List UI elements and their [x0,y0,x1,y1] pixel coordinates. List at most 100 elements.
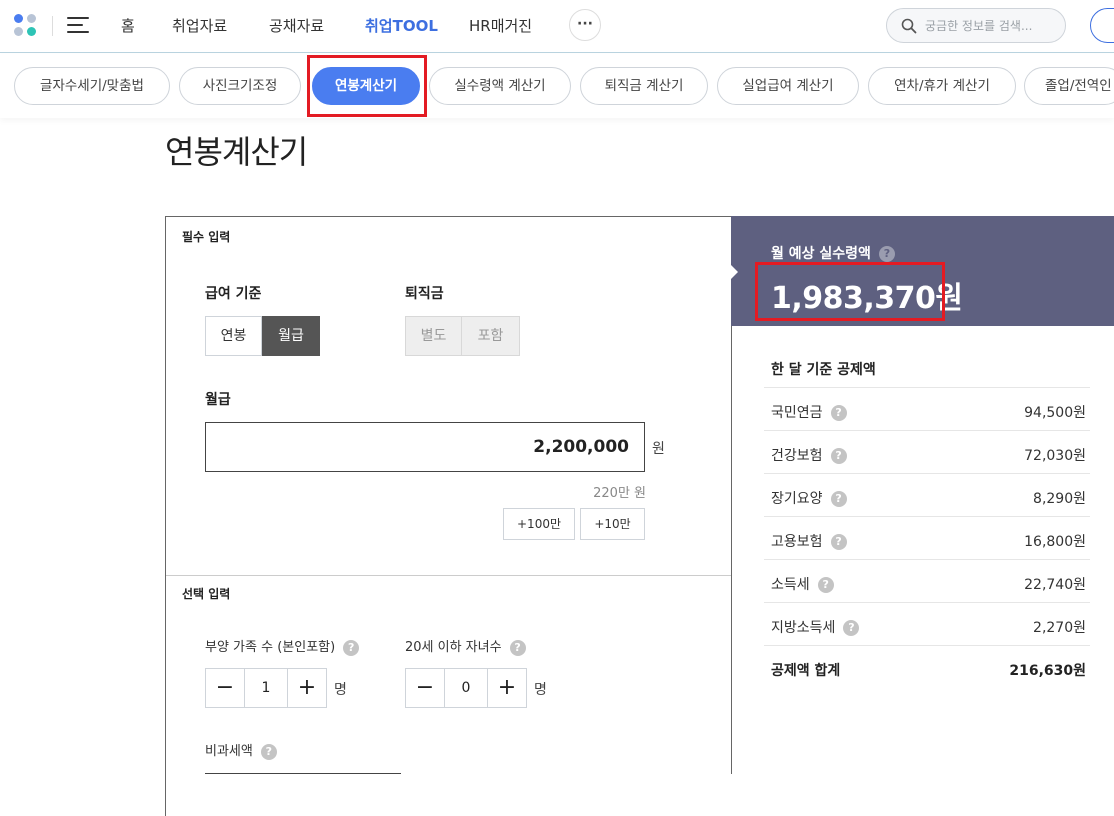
top-navigation: 홈 취업자료 공채자료 취업TOOL HR매거진 ··· [0,0,1114,53]
deductions-panel: 한 달 기준 공제액 국민연금? 94,500원 건강보험? 72,030원 장… [731,326,1114,774]
page-title: 연봉계산기 [165,133,308,171]
nav-link-home[interactable]: 홈 [121,15,135,36]
salary-basis-monthly-button[interactable]: 월급 [262,316,320,356]
health-insurance-help-icon[interactable]: ? [830,448,847,464]
deduction-name-text: 건강보험 [771,448,823,464]
children-label-text: 20세 이하 자녀수 [405,640,502,655]
deduction-amount: 22,740원 [1024,577,1086,593]
login-button[interactable] [1090,8,1114,43]
tab-salary-calculator[interactable]: 연봉계산기 [312,67,420,105]
search-input[interactable] [925,16,1057,36]
long-term-care-help-icon[interactable]: ? [830,491,847,507]
dependents-increment-button[interactable]: + [287,669,326,707]
search-box[interactable] [886,8,1066,43]
severance-label: 퇴직금 [405,286,444,302]
input-panel: 필수 입력 급여 기준 연봉 월급 퇴직금 별도 포함 월급 원 220만 원 … [165,216,732,816]
net-pay-value: 1,983,370원 [771,281,963,316]
dependents-label: 부양 가족 수 (본인포함)? [205,636,360,656]
dependents-count-input[interactable] [245,669,287,707]
tab-net-pay-calculator[interactable]: 실수령액 계산기 [429,67,571,105]
deduction-row-national-pension: 국민연금? 94,500원 [764,387,1090,430]
deduction-row-income-tax: 소득세? 22,740원 [764,559,1090,602]
net-pay-label-text: 월 예상 실수령액 [771,246,871,262]
deduction-name: 고용보험? [771,531,847,551]
tab-severance-calculator[interactable]: 퇴직금 계산기 [580,67,708,105]
monthly-salary-input[interactable] [205,422,645,472]
deductions-title: 한 달 기준 공제액 [771,362,876,378]
children-count-input[interactable] [445,669,487,707]
dependents-stepper: − + [205,668,327,708]
deduction-name: 장기요양? [771,488,847,508]
add-1m-button[interactable]: +100만 [503,508,575,540]
national-pension-help-icon[interactable]: ? [830,405,847,421]
deduction-amount: 16,800원 [1024,534,1086,550]
deduction-name-text: 국민연금 [771,405,823,421]
children-help-icon[interactable]: ? [509,639,526,656]
deduction-name-text: 소득세 [771,577,810,593]
add-100k-button[interactable]: +10만 [580,508,645,540]
tab-character-count[interactable]: 글자수세기/맞춤법 [14,67,170,105]
salary-basis-annual-button[interactable]: 연봉 [205,316,262,356]
dependents-label-text: 부양 가족 수 (본인포함) [205,640,336,655]
children-unit-label: 명 [534,682,547,698]
net-pay-help-icon[interactable]: ? [878,246,895,262]
deduction-amount: 94,500원 [1024,405,1086,421]
deduction-name: 지방소득세? [771,617,860,637]
dependents-unit-label: 명 [334,682,347,698]
salary-unit-label: 원 [652,441,665,457]
result-summary: 월 예상 실수령액? 1,983,370원 [730,216,1114,326]
deduction-name: 소득세? [771,574,834,594]
deduction-amount: 72,030원 [1024,448,1086,464]
children-decrement-button[interactable]: − [406,669,445,707]
dependents-help-icon[interactable]: ? [343,639,360,656]
deduction-name: 국민연금? [771,402,847,422]
deduction-name-text: 지방소득세 [771,620,836,636]
children-increment-button[interactable]: + [487,669,526,707]
result-pointer [730,264,738,280]
deduction-total-amount: 216,630원 [1009,663,1086,679]
local-income-tax-help-icon[interactable]: ? [843,620,860,636]
hamburger-menu-icon[interactable] [67,17,89,33]
nav-link-job-tool[interactable]: 취업TOOL [365,15,438,36]
nontaxable-help-icon[interactable]: ? [260,743,277,760]
deduction-row-local-income-tax: 지방소득세? 2,270원 [764,602,1090,645]
nav-link-recruitment-resources[interactable]: 공채자료 [269,15,324,36]
nontaxable-label: 비과세액? [205,740,277,760]
children-stepper: − + [405,668,527,708]
deduction-amount: 8,290원 [1033,491,1086,507]
salary-amount-hint: 220만 원 [593,486,646,501]
net-pay-label: 월 예상 실수령액? [771,243,895,263]
deduction-row-total: 공제액 합계 216,630원 [764,645,1090,688]
deduction-name: 건강보험? [771,445,847,465]
nav-link-hr-magazine[interactable]: HR매거진 [469,15,532,36]
deduction-name-text: 장기요양 [771,491,823,507]
nav-divider [52,16,53,36]
deduction-total-name: 공제액 합계 [771,663,841,679]
required-section-label: 필수 입력 [182,230,231,244]
deduction-row-employment-insurance: 고용보험? 16,800원 [764,516,1090,559]
children-label: 20세 이하 자녀수? [405,636,526,656]
deduction-amount: 2,270원 [1033,620,1086,636]
deduction-row-health-insurance: 건강보험? 72,030원 [764,430,1090,473]
salary-basis-label: 급여 기준 [205,286,262,302]
tool-tabs: 글자수세기/맞춤법 사진크기조정 연봉계산기 실수령액 계산기 퇴직금 계산기 … [0,54,1114,118]
search-icon [901,18,917,34]
severance-separate-button[interactable]: 별도 [405,316,462,356]
more-menu-button[interactable]: ··· [569,9,601,41]
nav-link-job-resources[interactable]: 취업자료 [172,15,227,36]
section-divider [166,575,732,576]
optional-section-label: 선택 입력 [182,587,231,601]
monthly-salary-label: 월급 [205,392,231,408]
severance-included-button[interactable]: 포함 [462,316,520,356]
employment-insurance-help-icon[interactable]: ? [830,534,847,550]
tab-photo-resize[interactable]: 사진크기조정 [179,67,301,105]
nontaxable-label-text: 비과세액 [205,744,253,759]
tab-unemployment-calculator[interactable]: 실업급여 계산기 [717,67,859,105]
tab-graduation-calculator[interactable]: 졸업/전역인 [1024,67,1114,105]
deduction-name-text: 고용보험 [771,534,823,550]
deduction-row-long-term-care: 장기요양? 8,290원 [764,473,1090,516]
dependents-decrement-button[interactable]: − [206,669,245,707]
logo-icon[interactable] [14,14,38,38]
income-tax-help-icon[interactable]: ? [817,577,834,593]
tab-leave-calculator[interactable]: 연차/휴가 계산기 [868,67,1016,105]
